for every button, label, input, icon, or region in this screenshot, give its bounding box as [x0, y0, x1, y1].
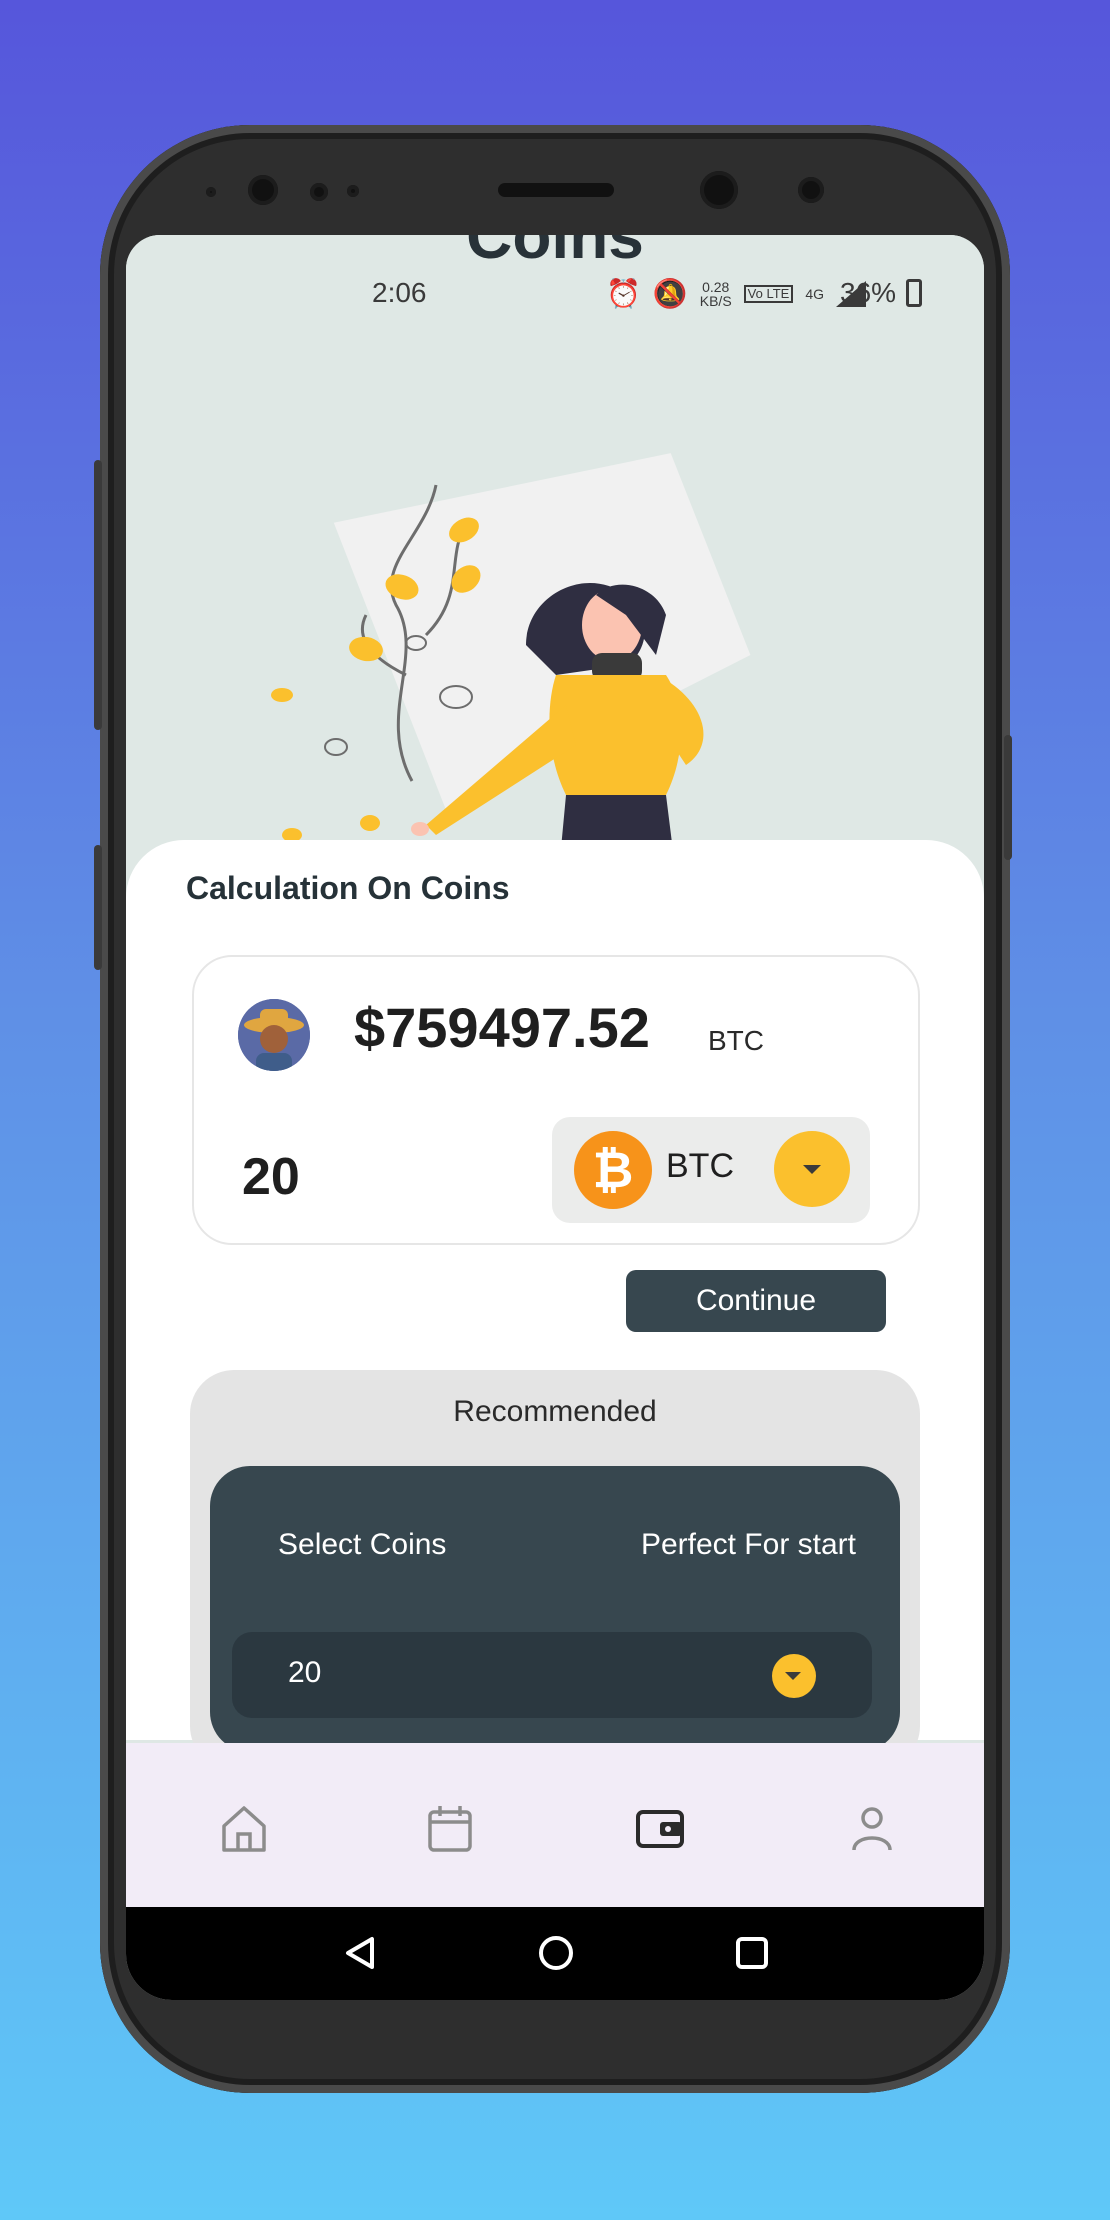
section-title: Calculation On Coins: [186, 870, 510, 906]
price-unit: BTC: [708, 1025, 764, 1056]
sensor-dot-icon: [206, 187, 216, 197]
dropdown-button[interactable]: [774, 1131, 850, 1207]
home-icon: [222, 1806, 266, 1852]
recents-icon[interactable]: [732, 1933, 772, 1973]
sensor-icon: [310, 183, 328, 201]
nav-wallet[interactable]: [630, 1798, 690, 1858]
recommended-coin-select[interactable]: 20: [232, 1632, 872, 1718]
front-camera-icon: [248, 175, 278, 205]
wallet-icon: [636, 1810, 684, 1848]
back-icon[interactable]: [342, 1933, 382, 1973]
recommended-panel: Select Coins Perfect For start 20: [210, 1466, 900, 1752]
bitcoin-icon: ₿: [574, 1131, 652, 1209]
earpiece-speaker: [498, 183, 614, 197]
app-screen: Coins 2:06 ⏰ 🔕 0.28 KB/S Vo LTE 4G 36% C…: [126, 235, 984, 2000]
power-button: [1004, 735, 1012, 860]
calendar-icon: [428, 1806, 472, 1852]
chevron-down-icon: [803, 1165, 821, 1174]
phone-frame: Coins 2:06 ⏰ 🔕 0.28 KB/S Vo LTE 4G 36% C…: [94, 125, 1012, 2093]
volume-button: [94, 460, 102, 730]
calculation-sheet: Calculation On Coins $759497.52 BTC 20 ₿: [126, 840, 984, 1770]
recommended-value: 20: [288, 1656, 322, 1689]
side-button: [94, 845, 102, 970]
hero-section: Coins 2:06 ⏰ 🔕 0.28 KB/S Vo LTE 4G 36%: [126, 235, 984, 865]
coin-selector[interactable]: ₿ BTC: [552, 1117, 870, 1223]
price-card: $759497.52 BTC 20 ₿ BTC: [192, 955, 920, 1245]
person-icon: [852, 1807, 892, 1851]
rear-camera-icon: [700, 171, 738, 209]
recommended-card: Recommended Select Coins Perfect For sta…: [190, 1370, 920, 1770]
coin-price: $759497.52: [354, 996, 650, 1059]
home-circle-icon[interactable]: [536, 1933, 576, 1973]
avatar: [238, 999, 310, 1071]
perfect-for-start-label: Perfect For start: [640, 1528, 856, 1561]
nav-calendar[interactable]: [420, 1798, 480, 1858]
proximity-sensor-icon: [798, 177, 824, 203]
selected-coin: BTC: [666, 1147, 734, 1185]
select-coins-label: Select Coins: [278, 1528, 447, 1561]
nav-profile[interactable]: [842, 1798, 902, 1858]
coin-amount[interactable]: 20: [242, 1147, 300, 1207]
system-nav-bar: [126, 1907, 984, 2000]
bottom-nav: [126, 1743, 984, 1908]
recommended-dropdown-button[interactable]: [772, 1654, 816, 1698]
recommended-title: Recommended: [453, 1395, 657, 1428]
woman-with-plant-illustration: [271, 453, 751, 859]
chevron-down-icon: [785, 1672, 801, 1680]
nav-home[interactable]: [214, 1798, 274, 1858]
continue-button[interactable]: Continue: [626, 1270, 886, 1332]
sensor-dot-icon: [347, 185, 359, 197]
